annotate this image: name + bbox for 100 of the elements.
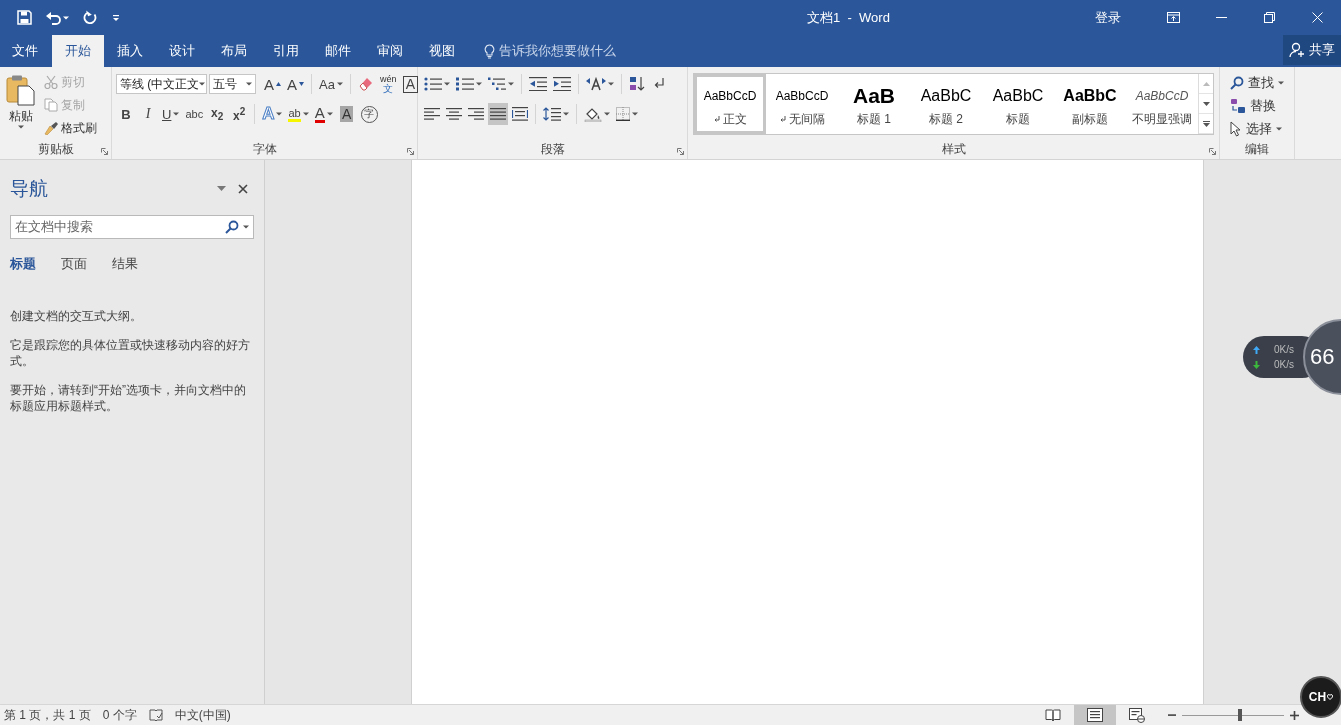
style-item[interactable]: AaBbCcD 正文 <box>694 74 766 134</box>
phonetic-guide-button[interactable]: wén 文 <box>377 73 399 95</box>
ribbon-tab[interactable]: 布局 <box>208 35 260 67</box>
ribbon-tab[interactable]: 引用 <box>260 35 312 67</box>
bulleted-list-icon <box>424 77 442 91</box>
ribbon-tab[interactable]: 设计 <box>156 35 208 67</box>
format-painter-button[interactable]: 格式刷 <box>44 118 97 138</box>
subscript-button[interactable]: x$_{2}$ <box>207 103 228 125</box>
find-button[interactable]: 查找 <box>1230 72 1284 94</box>
align-left-icon <box>424 108 440 120</box>
caret-icon <box>1278 81 1284 85</box>
style-item[interactable]: AaBbCcD 无间隔 <box>766 74 838 134</box>
help-text: 它是跟踪您的具体位置或快速移动内容的好方式。 <box>10 337 251 369</box>
person-add-icon <box>1289 42 1305 58</box>
highlight-button[interactable]: ab <box>286 103 311 125</box>
superscript-button[interactable]: x$^{2}$ <box>229 103 250 125</box>
change-case-button[interactable]: Aa <box>317 73 345 95</box>
caret-icon <box>632 112 638 116</box>
share-button[interactable]: 共享 <box>1283 35 1341 65</box>
restore-icon <box>1263 12 1275 23</box>
group-label: 剪贴板 <box>37 141 74 158</box>
pane-tab[interactable]: 标题 <box>10 254 36 275</box>
lightbulb-icon <box>484 43 495 59</box>
close-icon <box>238 183 248 194</box>
text-layout-icon <box>586 77 606 91</box>
underline-button[interactable]: U <box>160 103 182 125</box>
dialog-launcher-button[interactable] <box>1209 148 1216 155</box>
zoom-in-button[interactable] <box>1290 710 1299 720</box>
caret-icon <box>563 112 569 116</box>
help-text: 创建文档的交互式大纲。 <box>10 308 143 324</box>
search-icon <box>225 220 239 234</box>
character-border-button[interactable]: A <box>400 73 421 95</box>
search-icon <box>1230 76 1244 90</box>
save-icon <box>17 10 32 25</box>
page-icon <box>1087 708 1103 722</box>
scroll-down-icon <box>1202 101 1210 106</box>
tell-me-field[interactable]: 告诉我你想要做什么 <box>478 35 622 67</box>
paragraph-mark-icon <box>653 77 665 91</box>
dialog-launcher-button[interactable] <box>407 148 414 155</box>
heart-icon <box>1327 694 1334 700</box>
dialog-launcher-button[interactable] <box>101 148 108 155</box>
ribbon-tab[interactable]: 文件 <box>0 35 52 67</box>
page-count: 第 1 页，共 1 页 <box>3 706 92 724</box>
caret-icon <box>508 82 514 86</box>
paragraph-mark-icon <box>779 115 786 123</box>
plus-icon <box>1290 710 1299 720</box>
justify-icon <box>490 108 506 120</box>
paint-bucket-icon <box>584 106 602 122</box>
search-button[interactable] <box>225 220 239 234</box>
caret-icon <box>302 112 309 116</box>
font-color-button[interactable]: A <box>312 103 335 125</box>
ribbon-tab[interactable]: 邮件 <box>312 35 364 67</box>
grow-font-button[interactable]: A <box>262 73 283 95</box>
close-icon <box>1311 12 1323 23</box>
upload-speed: 0K/s <box>1274 344 1294 355</box>
caret-icon <box>476 82 482 86</box>
style-item[interactable]: AaBbC 副标题 <box>1054 74 1126 134</box>
font-size-field[interactable]: 五号 <box>209 74 256 94</box>
style-item[interactable]: AaBbCcD 不明显强调 <box>1126 74 1198 134</box>
pane-tab[interactable]: 页面 <box>61 254 87 275</box>
caret-icon <box>604 112 610 116</box>
caret-icon <box>18 125 24 129</box>
input-method-badge[interactable]: CH <box>1300 676 1341 718</box>
slider-thumb[interactable] <box>1238 709 1243 721</box>
justify-button[interactable] <box>488 103 508 125</box>
minus-icon <box>1168 711 1176 719</box>
copy-icon <box>44 98 58 112</box>
ribbon-tab[interactable]: 审阅 <box>364 35 416 67</box>
replace-button[interactable]: 替换 <box>1230 95 1284 117</box>
pane-tab[interactable]: 结果 <box>112 254 138 275</box>
font-name-field[interactable]: 等线 (中文正文 <box>116 74 207 94</box>
align-center-icon <box>446 108 462 120</box>
sign-in-link[interactable]: 登录 <box>1085 4 1131 31</box>
launcher-icon <box>101 148 108 155</box>
style-item[interactable]: AaBbC 标题 2 <box>910 74 982 134</box>
italic-button[interactable]: I <box>138 103 158 125</box>
ribbon-tab[interactable]: 开始 <box>52 35 104 67</box>
character-shading-button[interactable]: A <box>336 103 357 125</box>
search-field[interactable]: 在文档中搜索 <box>10 215 254 239</box>
dialog-launcher-button[interactable] <box>677 148 684 155</box>
zoom-out-button[interactable] <box>1168 711 1176 719</box>
paste-button[interactable]: 粘贴 <box>4 72 38 140</box>
select-button[interactable]: 选择 <box>1230 118 1284 140</box>
window-title: 文档1 - Word <box>806 8 891 27</box>
launcher-icon <box>1209 148 1216 155</box>
style-item[interactable]: AaBbC 标题 <box>982 74 1054 134</box>
ribbon-tab[interactable]: 视图 <box>416 35 468 67</box>
language-label: 中文(中国) <box>173 706 232 724</box>
group-label: 字体 <box>252 141 277 158</box>
strikethrough-button[interactable]: abc <box>183 103 206 125</box>
caret-icon <box>246 82 252 86</box>
proofing-book-icon <box>148 708 163 722</box>
web-page-icon <box>1129 707 1145 723</box>
caret-icon <box>444 82 450 86</box>
shrink-font-button[interactable]: A <box>285 73 307 95</box>
ribbon-tab[interactable]: 插入 <box>104 35 156 67</box>
style-item[interactable]: AaB 标题 1 <box>838 74 910 134</box>
undo-icon <box>46 10 61 25</box>
print-layout-button[interactable] <box>1074 705 1116 725</box>
bold-button[interactable]: B <box>116 103 136 125</box>
